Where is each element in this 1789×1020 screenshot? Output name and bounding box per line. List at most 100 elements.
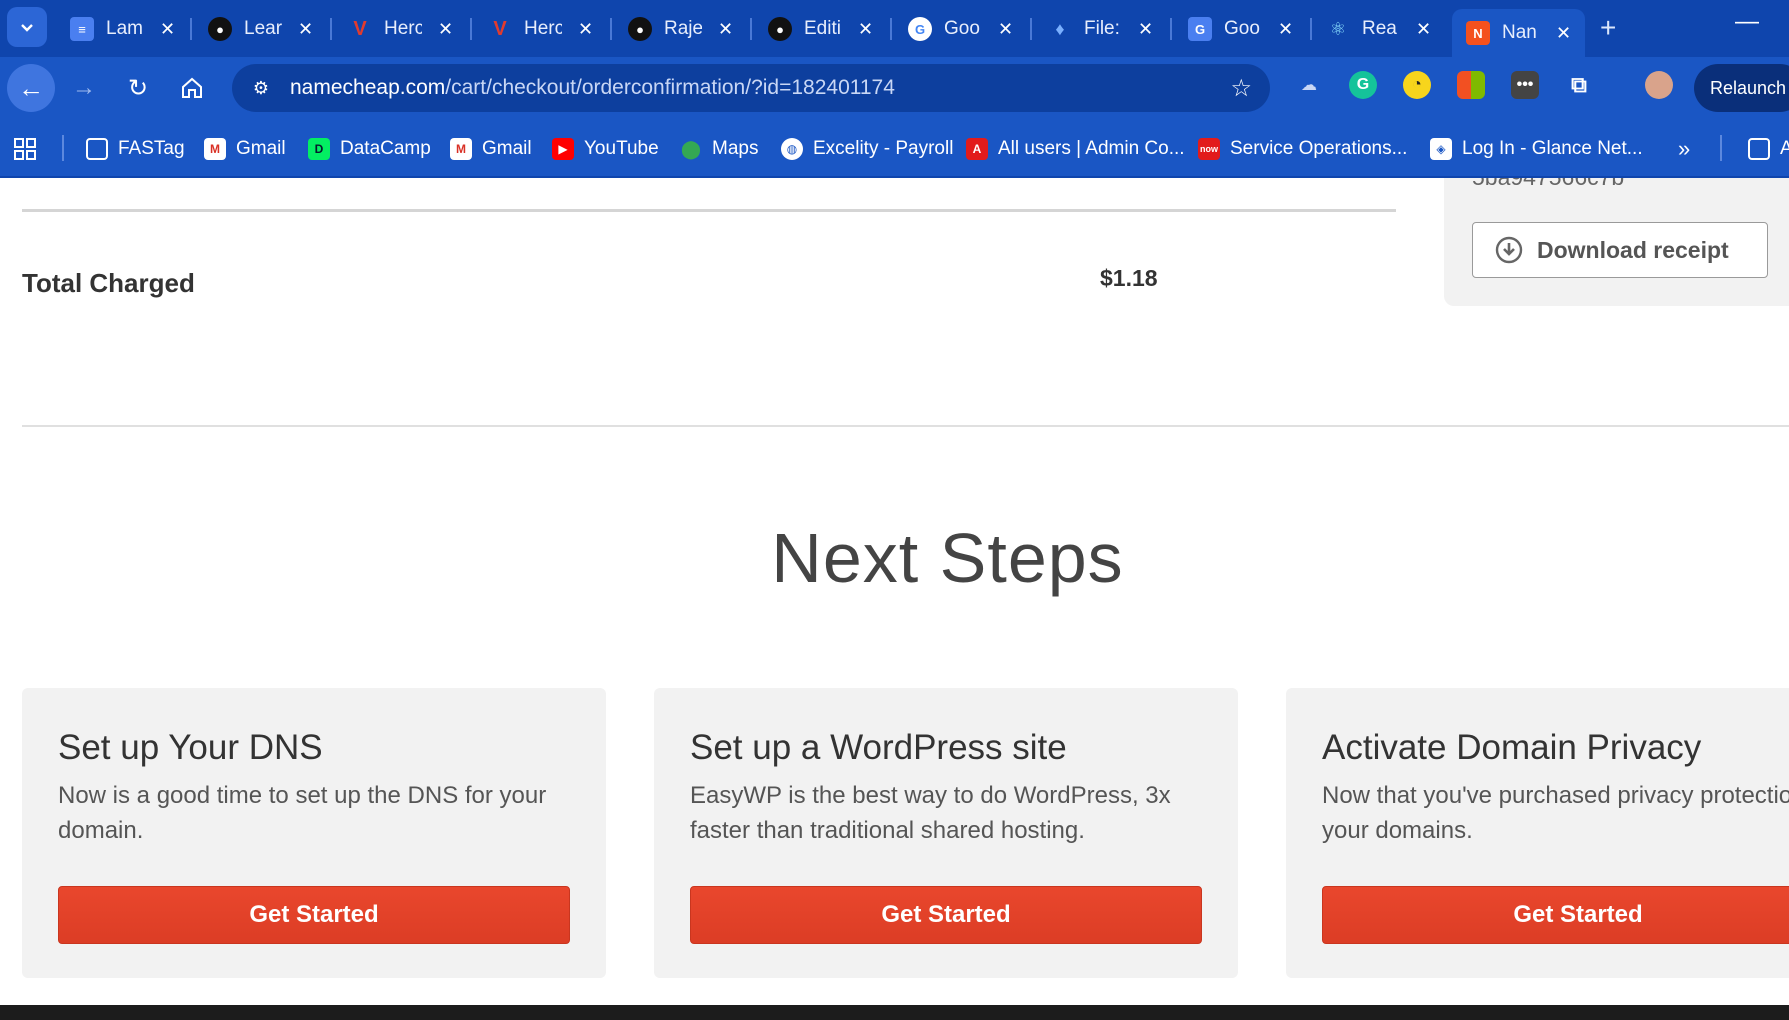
tab-2[interactable]: ● Lear ✕ — [208, 9, 313, 49]
close-icon[interactable]: ✕ — [998, 19, 1013, 40]
close-icon[interactable]: ✕ — [858, 19, 873, 40]
namecheap-icon: N — [1466, 21, 1490, 45]
react-icon: ⚛ — [1329, 18, 1347, 39]
close-icon[interactable]: ✕ — [160, 19, 175, 40]
address-bar[interactable]: ⚙ namecheap.com/cart/checkout/orderconfi… — [232, 64, 1270, 112]
close-icon[interactable]: ✕ — [298, 19, 313, 40]
get-started-button[interactable]: Get Started — [1322, 886, 1789, 944]
bookmark-gmail-1[interactable]: M Gmail — [204, 134, 286, 164]
home-button[interactable] — [172, 68, 212, 108]
bookmark-service-operations[interactable]: now Service Operations... — [1198, 134, 1407, 164]
tab-10[interactable]: ⚛ Rea ✕ — [1326, 9, 1431, 49]
close-icon[interactable]: ✕ — [1138, 19, 1153, 40]
avatar[interactable] — [1645, 71, 1673, 99]
bookmark-label: All users | Admin Co... — [998, 138, 1185, 159]
total-charged-label: Total Charged — [22, 268, 195, 298]
url-path: /cart/checkout/orderconfirmation/?id=182… — [445, 76, 895, 99]
bookmark-star-icon[interactable]: ☆ — [1230, 74, 1252, 103]
arrow-left-icon: ← — [18, 72, 44, 103]
tab-4[interactable]: V Herc ✕ — [488, 9, 593, 49]
tab-title: Nan — [1502, 22, 1537, 43]
tab-1[interactable]: ≡ Lam ✕ — [70, 9, 175, 49]
vercel-v-icon: V — [493, 17, 507, 40]
tab-7[interactable]: G Goo ✕ — [908, 9, 1013, 49]
bookmark-label: Service Operations... — [1230, 138, 1408, 159]
page-content: Total Charged $1.18 5ba947566c7b Downloa… — [0, 178, 1789, 1005]
download-receipt-label: Download receipt — [1537, 236, 1729, 263]
tab-9[interactable]: G Goo ✕ — [1188, 9, 1293, 49]
card-body: Now is a good time to set up the DNS for… — [58, 782, 547, 844]
tab-3[interactable]: V Herc ✕ — [348, 9, 453, 49]
back-button[interactable]: ← — [7, 64, 55, 112]
close-icon[interactable]: ✕ — [578, 19, 593, 40]
extensions-puzzle-icon[interactable]: ⧉ — [1565, 71, 1593, 99]
bookmark-datacamp[interactable]: D DataCamp — [308, 134, 431, 164]
tab-search-button[interactable] — [7, 7, 47, 47]
card-domain-privacy: Activate Domain Privacy Now that you've … — [1286, 688, 1789, 978]
bookmark-gmail-2[interactable]: M Gmail — [450, 134, 532, 164]
apps-grid-icon — [14, 138, 36, 160]
bookmark-glance[interactable]: ◈ Log In - Glance Net... — [1430, 134, 1643, 164]
gmail-icon: M — [450, 138, 472, 160]
reload-button[interactable]: ↻ — [118, 68, 158, 108]
translate-icon: G — [1188, 17, 1212, 41]
tab-5[interactable]: ● Raje ✕ — [628, 9, 733, 49]
password-extension-icon[interactable]: ••• — [1511, 71, 1539, 99]
site-info-icon[interactable]: ⚙ — [248, 75, 274, 101]
get-started-button[interactable]: Get Started — [690, 886, 1202, 944]
tab-6[interactable]: ● Editi ✕ — [768, 9, 873, 49]
url-host: namecheap.com — [290, 76, 446, 99]
grammarly-icon[interactable]: G — [1349, 71, 1377, 99]
bookmarks-overflow-button[interactable]: » — [1678, 134, 1690, 164]
cloud-extension-icon[interactable]: ☁ — [1295, 71, 1323, 99]
folder-icon — [86, 138, 108, 160]
chevron-down-icon — [21, 24, 33, 32]
adobe-icon: A — [966, 138, 988, 160]
url-text[interactable]: namecheap.com/cart/checkout/orderconfirm… — [290, 76, 895, 100]
forward-button[interactable]: → — [64, 68, 104, 108]
tab-title: Lam — [106, 18, 143, 39]
new-tab-button[interactable]: + — [1600, 12, 1616, 44]
toolbar: ← → ↻ ⚙ namecheap.com/cart/checkout/orde… — [0, 57, 1789, 120]
bookmark-excelity[interactable]: ◍ Excelity - Payroll — [781, 134, 953, 164]
apps-button[interactable] — [14, 134, 36, 164]
close-icon[interactable]: ✕ — [1556, 23, 1571, 44]
close-icon[interactable]: ✕ — [1278, 19, 1293, 40]
clock-extension-icon[interactable]: ◔ — [1403, 71, 1431, 99]
vercel-v-icon: V — [353, 17, 367, 40]
github-icon: ● — [768, 17, 792, 41]
bookmark-youtube[interactable]: ▶ YouTube — [552, 134, 659, 164]
now-icon: now — [1198, 138, 1220, 160]
tab-title: Raje — [664, 18, 702, 39]
bookmark-fastag[interactable]: FASTag — [86, 134, 185, 164]
close-icon[interactable]: ✕ — [438, 19, 453, 40]
minimize-button[interactable]: — — [1735, 8, 1759, 36]
download-receipt-button[interactable]: Download receipt — [1472, 222, 1768, 278]
next-steps-title: Next Steps — [771, 519, 1124, 597]
bookmark-label: Excelity - Payroll — [813, 138, 954, 159]
bookmark-admin-console[interactable]: A All users | Admin Co... — [966, 134, 1185, 164]
relaunch-button[interactable]: Relaunch t — [1694, 64, 1789, 112]
bookmark-label: Maps — [712, 138, 759, 159]
close-icon[interactable]: ✕ — [718, 19, 733, 40]
bookmark-label: Gmail — [236, 138, 286, 159]
bookmark-label: A — [1780, 138, 1789, 159]
card-wordpress: Set up a WordPress site EasyWP is the be… — [654, 688, 1238, 978]
microsoft-icon[interactable] — [1457, 71, 1485, 99]
bookmark-folder-other[interactable]: A — [1748, 134, 1789, 164]
close-icon[interactable]: ✕ — [1416, 19, 1431, 40]
tab-title: Lear — [244, 18, 282, 39]
bookmark-maps[interactable]: ⬤ Maps — [680, 134, 759, 164]
card-heading: Activate Domain Privacy — [1322, 728, 1702, 767]
download-icon — [1495, 236, 1523, 264]
get-started-button[interactable]: Get Started — [58, 886, 570, 944]
reload-icon: ↻ — [127, 74, 149, 102]
tab-11-active[interactable]: N Nan ✕ — [1452, 9, 1586, 57]
total-charged-value: $1.18 — [1100, 265, 1158, 291]
receipt-panel: 5ba947566c7b Download receipt — [1444, 178, 1789, 306]
tab-strip: ≡ Lam ✕ ● Lear ✕ V Herc ✕ V Herc ✕ ● Raj… — [0, 0, 1789, 57]
bookmarks-bar: FASTag M Gmail D DataCamp M Gmail ▶ YouT… — [0, 120, 1789, 178]
tab-8[interactable]: ♦ File: ✕ — [1048, 9, 1153, 49]
glance-icon: ◈ — [1430, 138, 1452, 160]
browser-chrome: ≡ Lam ✕ ● Lear ✕ V Herc ✕ V Herc ✕ ● Raj… — [0, 0, 1789, 178]
